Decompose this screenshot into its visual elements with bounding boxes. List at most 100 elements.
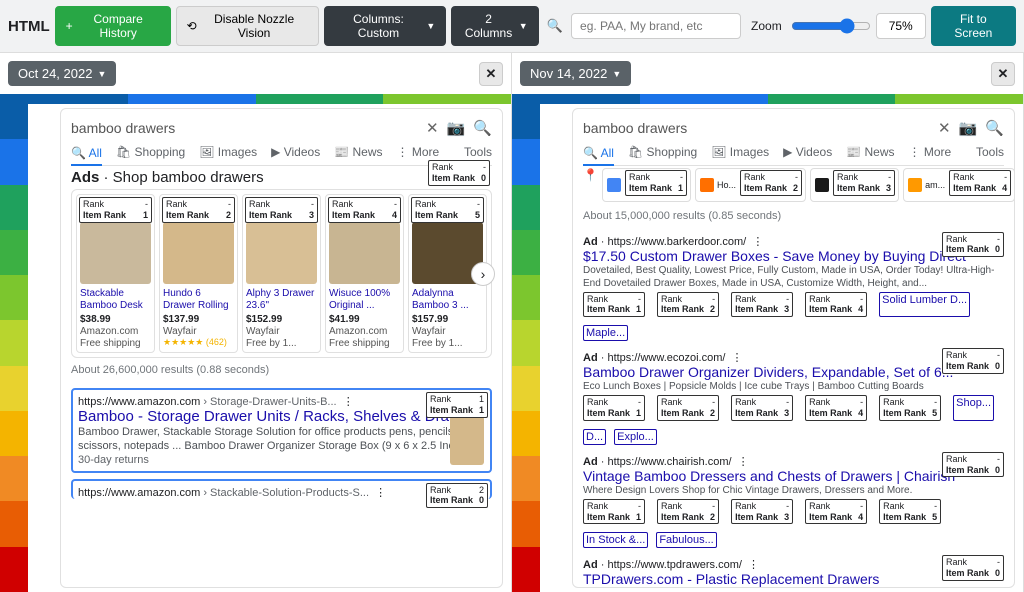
chevron-down-icon: ▼ xyxy=(426,21,435,31)
tab-more[interactable]: ⋮ More xyxy=(396,145,439,159)
heat-sidebar xyxy=(0,94,56,592)
rank-box: Rank- Item Rank1 xyxy=(79,197,152,223)
tab-videos[interactable]: ▶ Videos xyxy=(783,145,832,159)
ad-title-link[interactable]: TPDrawers.com - Plastic Replacement Draw… xyxy=(583,571,879,587)
comparison-pane: Nov 14, 2022 ▼ ✕ bamboo drawers ✕ 📷 🔍 🔍 … xyxy=(512,53,1024,592)
close-pane-button[interactable]: ✕ xyxy=(991,62,1015,86)
tab-news[interactable]: 📰 News xyxy=(846,145,894,159)
ad-sitelink[interactable]: Explo... xyxy=(614,429,657,445)
search-icon[interactable]: 🔍 xyxy=(544,18,566,34)
serp-tools[interactable]: Tools xyxy=(976,145,1004,159)
tab-images[interactable]: 🖼 Images xyxy=(711,145,769,159)
serp-container: bamboo drawers ✕ 📷 🔍 🔍 All 🛍 Shopping 🖼 … xyxy=(0,94,511,592)
local-pack-card[interactable]: Rank- Item Rank3 xyxy=(810,168,899,202)
rank-box: Rank- Item Rank1 xyxy=(583,292,645,318)
tab-more[interactable]: ⋮ More xyxy=(908,145,951,159)
lens-icon[interactable]: 📷 xyxy=(959,119,978,137)
local-pack-card[interactable]: am... Rank- Item Rank4 xyxy=(903,168,1015,202)
serp-container: bamboo drawers ✕ 📷 🔍 🔍 All 🛍 Shopping 🖼 … xyxy=(512,94,1023,592)
rank-box: Rank- Item Rank0 xyxy=(942,232,1004,258)
ad-sitelink[interactable]: Solid Lumber D... xyxy=(879,292,970,318)
ad-url: Ad · https://www.tpdrawers.com/ ⋮ xyxy=(583,558,1004,571)
date-picker-button[interactable]: Oct 24, 2022 ▼ xyxy=(8,61,116,86)
result-stats: About 26,600,000 results (0.88 seconds) xyxy=(71,358,492,382)
shopping-card[interactable]: Rank- Item Rank2 Hundo 6 Drawer Rolling … xyxy=(159,194,238,353)
zoom-slider[interactable] xyxy=(791,18,871,34)
rank-box: Rank- Item Rank0 xyxy=(428,160,490,186)
result-title-link[interactable]: Bamboo - Storage Drawer Units / Racks, S… xyxy=(78,408,481,425)
rank-box: Rank- Item Rank2 xyxy=(740,170,802,196)
heat-topbar xyxy=(512,94,1023,104)
product-merchant: Wayfair xyxy=(412,326,483,337)
ad-sitelink[interactable]: D... xyxy=(583,429,606,445)
disable-nozzle-button[interactable]: ⟲Disable Nozzle Vision xyxy=(176,6,319,46)
result-snippet: Bamboo Drawer, Stackable Storage Solutio… xyxy=(78,425,485,454)
columns-count-button[interactable]: 2 Columns▼ xyxy=(451,6,538,46)
rank-box: Rank- Item Rank1 xyxy=(625,170,687,196)
rank-box: Rank- Item Rank4 xyxy=(949,170,1011,196)
serp-tools[interactable]: Tools xyxy=(464,145,492,159)
brand-name: am... xyxy=(925,180,945,190)
chevron-down-icon: ▼ xyxy=(97,69,106,79)
compare-history-button[interactable]: +Compare History xyxy=(55,6,171,46)
tab-all[interactable]: 🔍 All xyxy=(583,145,614,166)
shopping-card[interactable]: Rank- Item Rank3 Alphy 3 Drawer 23.6" $1… xyxy=(242,194,321,353)
search-icon[interactable]: 🔍 xyxy=(473,119,492,137)
shopping-card[interactable]: Rank- Item Rank4 Wisuce 100% Original ..… xyxy=(325,194,404,353)
rank-box: Rank- Item Rank2 xyxy=(657,292,719,318)
shopping-card[interactable]: Rank- Item Rank1 Stackable Bamboo Desk $… xyxy=(76,194,155,353)
ad-url: Ad · https://www.ecozoi.com/ ⋮ xyxy=(583,351,1004,364)
link-icon: ⟲ xyxy=(187,19,197,33)
brand-icon xyxy=(700,178,714,192)
filter-input[interactable] xyxy=(571,13,741,39)
heat-topbar xyxy=(0,94,511,104)
tab-news[interactable]: 📰 News xyxy=(334,145,382,159)
tab-images[interactable]: 🖼 Images xyxy=(199,145,257,159)
lens-icon[interactable]: 📷 xyxy=(447,119,466,137)
ad-title-link[interactable]: Bamboo Drawer Organizer Dividers, Expand… xyxy=(583,364,953,380)
local-pack-card[interactable]: Rank- Item Rank1 xyxy=(602,168,691,202)
chevron-down-icon: ▼ xyxy=(519,21,528,31)
result-returns: 30-day returns xyxy=(78,454,485,466)
ad-sitelink[interactable]: In Stock &... xyxy=(583,532,648,548)
rank-box: Rank- Item Rank3 xyxy=(731,499,793,525)
clear-icon[interactable]: ✕ xyxy=(426,119,439,137)
carousel-next-button[interactable]: › xyxy=(471,262,495,286)
rank-box: Rank- Item Rank1 xyxy=(583,395,645,421)
zoom-label: Zoom xyxy=(751,19,782,33)
tab-all[interactable]: 🔍 All xyxy=(71,145,102,166)
fit-to-screen-button[interactable]: Fit to Screen xyxy=(931,6,1016,46)
heat-sidebar xyxy=(512,94,568,592)
html-badge: HTML xyxy=(8,18,50,35)
date-picker-button[interactable]: Nov 14, 2022 ▼ xyxy=(520,61,631,86)
columns-custom-button[interactable]: Columns: Custom▼ xyxy=(324,6,447,46)
top-toolbar: HTML +Compare History ⟲Disable Nozzle Vi… xyxy=(0,0,1024,53)
close-pane-button[interactable]: ✕ xyxy=(479,62,503,86)
rank-box: Rank- Item Rank2 xyxy=(657,499,719,525)
local-pack-card[interactable]: Ho... Rank- Item Rank2 xyxy=(695,168,806,202)
zoom-value-input[interactable] xyxy=(876,13,926,39)
product-merchant: Amazon.com xyxy=(80,326,151,337)
ad-title-link[interactable]: $17.50 Custom Drawer Boxes - Save Money … xyxy=(583,248,966,264)
ads-header: Ads · Shop bamboo drawers Rank- Item Ran… xyxy=(71,166,492,189)
search-icon[interactable]: 🔍 xyxy=(985,119,1004,137)
ad-title-link[interactable]: Vintage Bamboo Dressers and Chests of Dr… xyxy=(583,468,955,484)
rank-box: Rank- Item Rank1 xyxy=(583,499,645,525)
brand-icon xyxy=(908,178,922,192)
brand-icon xyxy=(607,178,621,192)
ad-sitelinks: Rank- Item Rank1 Rank- Item Rank2 Rank- … xyxy=(583,292,1004,342)
ad-sitelink[interactable]: Maple... xyxy=(583,325,628,341)
ad-description: We Stock All Available Sizes Of Plastic … xyxy=(583,587,1004,588)
organic-result: Rank2 Item Rank0 https://www.amazon.com … xyxy=(71,479,492,499)
product-image xyxy=(329,222,400,284)
rank-box: Rank- Item Rank4 xyxy=(805,292,867,318)
tab-videos[interactable]: ▶ Videos xyxy=(271,145,320,159)
ad-sitelink[interactable]: Fabulous... xyxy=(656,532,716,548)
clear-icon[interactable]: ✕ xyxy=(938,119,951,137)
organic-result: Rank1 Item Rank1 https://www.amazon.com … xyxy=(71,388,492,473)
tab-shopping[interactable]: 🛍 Shopping xyxy=(116,145,185,159)
rank-box: Rank- Item Rank5 xyxy=(411,197,484,223)
tab-shopping[interactable]: 🛍 Shopping xyxy=(628,145,697,159)
ad-sitelink[interactable]: Shop... xyxy=(953,395,994,421)
rank-box: Rank1 Item Rank1 xyxy=(426,392,488,418)
